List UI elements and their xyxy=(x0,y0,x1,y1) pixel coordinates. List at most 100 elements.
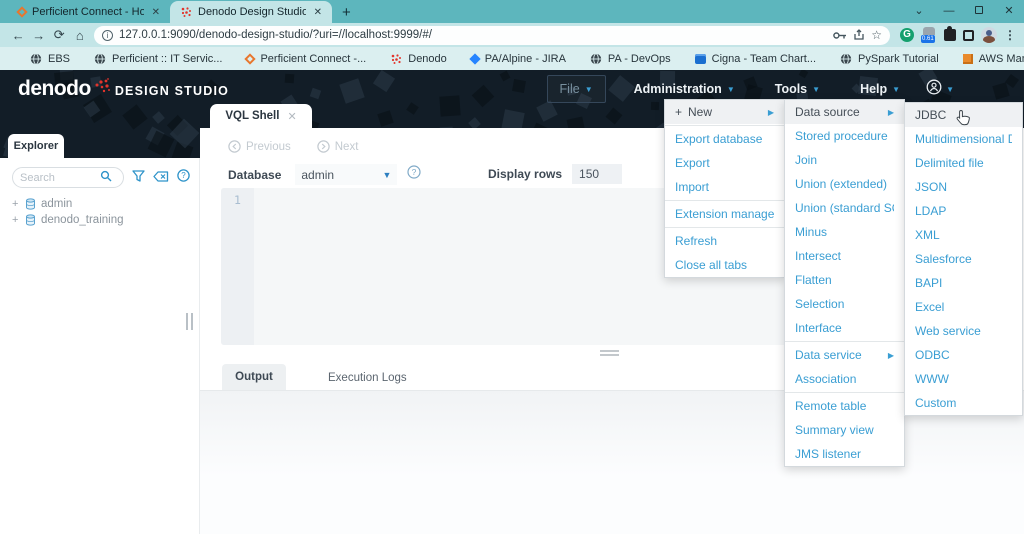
bookmark-perficient-it-servic[interactable]: Perficient :: IT Servic... xyxy=(94,53,222,65)
share-icon[interactable] xyxy=(853,29,865,41)
user-menu[interactable]: ▼ xyxy=(926,79,954,100)
menu-item-json[interactable]: JSON xyxy=(905,175,1022,199)
menu-item-stored-procedure[interactable]: Stored procedure xyxy=(785,124,904,148)
search-icon[interactable] xyxy=(100,169,112,187)
clear-search-icon[interactable] xyxy=(153,169,169,187)
profile-avatar[interactable] xyxy=(981,27,997,43)
menu-item-minus[interactable]: Minus xyxy=(785,220,904,244)
menu-item-join[interactable]: Join xyxy=(785,148,904,172)
tab-vql-shell[interactable]: VQL Shell ✕ xyxy=(210,104,312,128)
filter-icon[interactable] xyxy=(132,169,145,187)
tab-groups-icon[interactable] xyxy=(963,30,974,41)
extensions-puzzle-icon[interactable] xyxy=(944,29,956,41)
next-button[interactable]: Next xyxy=(317,140,359,153)
menubar-file[interactable]: File▼ xyxy=(547,75,606,103)
pattern-square xyxy=(377,110,393,126)
bookmark-denodo[interactable]: Denodo xyxy=(390,53,447,65)
bookmark-pyspark-tutorial[interactable]: PySpark Tutorial xyxy=(840,53,939,65)
bookmark-perficient-connect[interactable]: Perficient Connect -... xyxy=(246,53,366,65)
menu-item-web-service[interactable]: Web service xyxy=(905,319,1022,343)
menu-item-delimited-file[interactable]: Delimited file xyxy=(905,151,1022,175)
database-help-icon[interactable]: ? xyxy=(407,165,421,184)
browser-tab-denodo-design-studio[interactable]: Denodo Design Studio✕ xyxy=(170,1,332,23)
menu-label: Administration xyxy=(634,82,722,96)
window-close-button[interactable]: ✕ xyxy=(994,0,1024,23)
jira-diamond-icon xyxy=(471,55,479,63)
menu-item-selection[interactable]: Selection xyxy=(785,292,904,316)
menu-item-union-standard-sql[interactable]: Union (standard SQL) xyxy=(785,196,904,220)
close-tab-icon[interactable]: ✕ xyxy=(287,110,296,123)
new-tab-button[interactable]: + xyxy=(332,4,363,23)
expand-icon[interactable]: + xyxy=(12,214,20,226)
bookmark-pa-devops[interactable]: PA - DevOps xyxy=(590,53,671,65)
menu-item-interface[interactable]: Interface xyxy=(785,316,904,340)
reload-icon[interactable]: ⟳ xyxy=(49,27,70,43)
display-rows-input[interactable] xyxy=(572,164,622,184)
url-bar[interactable]: i 127.0.0.1:9090/denodo-design-studio/?u… xyxy=(94,26,890,45)
bookmark-pa-alpine-jira[interactable]: PA/Alpine - JIRA xyxy=(471,53,566,65)
forward-icon[interactable]: → xyxy=(29,28,50,43)
database-select[interactable]: admin ▼ xyxy=(295,164,397,185)
password-key-icon[interactable] xyxy=(833,31,847,40)
menu-item-remote-table[interactable]: Remote table xyxy=(785,394,904,418)
back-icon[interactable]: ← xyxy=(8,28,29,43)
help-circle-icon[interactable]: ? xyxy=(177,169,190,187)
menu-item-salesforce[interactable]: Salesforce xyxy=(905,247,1022,271)
menu-item-union-extended[interactable]: Union (extended) xyxy=(785,172,904,196)
menu-item-excel[interactable]: Excel xyxy=(905,295,1022,319)
close-tab-icon[interactable]: ✕ xyxy=(312,7,324,18)
bookmark-cigna-team-chart[interactable]: Cigna - Team Chart... xyxy=(695,53,816,65)
menu-item-data-service[interactable]: Data service▶ xyxy=(785,343,904,367)
menu-item-odbc[interactable]: ODBC xyxy=(905,343,1022,367)
menu-item-intersect[interactable]: Intersect xyxy=(785,244,904,268)
sidebar-resize-handle[interactable] xyxy=(186,313,193,330)
tree-item-admin[interactable]: +admin xyxy=(0,196,199,212)
tab-execution-logs[interactable]: Execution Logs xyxy=(328,372,407,390)
extension-badge-icon[interactable]: 0.61 xyxy=(921,27,937,43)
previous-button[interactable]: Previous xyxy=(228,140,291,153)
menu-item-export[interactable]: Export xyxy=(665,151,784,175)
menu-item-import[interactable]: Import xyxy=(665,175,784,199)
menu-item-flatten[interactable]: Flatten xyxy=(785,268,904,292)
menu-item-new[interactable]: +New▶ xyxy=(665,100,784,124)
expand-icon[interactable]: + xyxy=(12,198,20,210)
window-maximize-button[interactable] xyxy=(964,0,994,23)
menu-label: Help xyxy=(860,82,887,96)
menu-item-custom[interactable]: Custom xyxy=(905,391,1022,415)
menu-item-data-source[interactable]: Data source▶ xyxy=(785,100,904,124)
menu-item-ldap[interactable]: LDAP xyxy=(905,199,1022,223)
tab-output[interactable]: Output xyxy=(222,364,286,390)
menu-item-jms-listener[interactable]: JMS listener xyxy=(785,442,904,466)
bookmark-star-icon[interactable]: ☆ xyxy=(871,28,882,42)
url-text[interactable]: 127.0.0.1:9090/denodo-design-studio/?uri… xyxy=(119,29,827,41)
search-input[interactable] xyxy=(20,172,100,184)
menu-item-bapi[interactable]: BAPI xyxy=(905,271,1022,295)
menu-item-label: ODBC xyxy=(915,348,1012,362)
bookmark-aws-management[interactable]: AWS Management... xyxy=(963,53,1024,65)
editor-output-resize-handle[interactable] xyxy=(600,350,619,356)
browser-tab-perficient-connect-home[interactable]: Perficient Connect - Home✕ xyxy=(8,1,170,23)
menu-item-www[interactable]: WWW xyxy=(905,367,1022,391)
menu-item-summary-view[interactable]: Summary view xyxy=(785,418,904,442)
line-number: 1 xyxy=(234,193,241,207)
menu-item-association[interactable]: Association xyxy=(785,367,904,391)
menu-item-export-database[interactable]: Export database xyxy=(665,127,784,151)
menu-item-label: Import xyxy=(675,180,774,194)
browser-menu-icon[interactable]: ⋮ xyxy=(1004,28,1016,42)
site-info-icon[interactable]: i xyxy=(102,30,113,41)
menu-item-close-all-tabs[interactable]: Close all tabs xyxy=(665,253,784,277)
chevron-down-icon: ▼ xyxy=(382,170,391,180)
menu-item-refresh[interactable]: Refresh xyxy=(665,229,784,253)
grammarly-extension-icon[interactable]: G xyxy=(900,28,914,42)
close-tab-icon[interactable]: ✕ xyxy=(150,7,162,18)
window-menu-chevron-icon[interactable]: ⌄ xyxy=(904,0,934,23)
browser-addressbar: ← → ⟳ ⌂ i 127.0.0.1:9090/denodo-design-s… xyxy=(0,23,1024,47)
globe-icon xyxy=(94,53,106,65)
menu-item-xml[interactable]: XML xyxy=(905,223,1022,247)
tree-item-denodo-training[interactable]: +denodo_training xyxy=(0,212,199,228)
home-icon[interactable]: ⌂ xyxy=(70,28,91,43)
window-minimize-button[interactable]: — xyxy=(934,0,964,23)
menu-item-extension-management[interactable]: Extension management xyxy=(665,202,784,226)
tab-explorer[interactable]: Explorer xyxy=(8,134,64,158)
bookmark-ebs[interactable]: EBS xyxy=(30,53,70,65)
